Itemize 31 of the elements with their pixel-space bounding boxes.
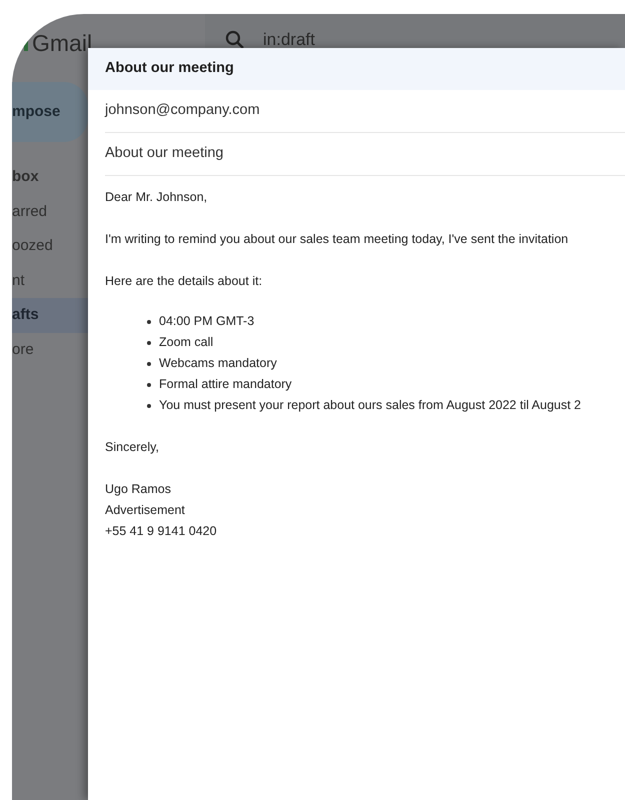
body-text: Ugo Ramos [105, 481, 172, 498]
bullet-icon [147, 340, 151, 344]
sidebar-item[interactable]: ore [12, 332, 88, 367]
sidebar-item[interactable]: box [12, 160, 88, 194]
sidebar-item[interactable]: oozed [12, 229, 88, 264]
bullet-icon [147, 320, 151, 324]
body-text: Sincerely, [105, 439, 160, 456]
compose-button[interactable]: mpose [12, 82, 88, 142]
list-item-text: You must present your report about ours sales from August 2022 til August 2 [159, 397, 582, 414]
sidebar-item[interactable]: nt [12, 264, 88, 298]
bullet-icon [147, 404, 151, 408]
bullet-icon [147, 362, 151, 366]
list-item-text: 04:00 PM GMT-3 [159, 313, 254, 330]
logo-text: Gmail [32, 28, 92, 58]
list-item-text: Formal attire mandatory [159, 376, 292, 393]
recipient-field[interactable]: johnson@company.com [105, 100, 260, 122]
search-text: in:draft [263, 29, 315, 52]
list-item-text: Zoom call [159, 334, 214, 351]
list-item-text: Webcams mandatory [159, 355, 277, 372]
sidebar-item[interactable]: afts [12, 298, 88, 332]
body-text: I'm writing to remind you about our sales team meeting today, I've sent the invitation [105, 231, 570, 248]
dialog-title: About our meeting [105, 59, 234, 78]
search-icon [225, 30, 245, 50]
body-text: +55 41 9 9141 0420 [105, 523, 218, 540]
body-text: Dear Mr. Johnson, [105, 189, 208, 206]
body-text: Here are the details about it: [105, 273, 264, 290]
sidebar-item[interactable]: arred [12, 194, 88, 229]
logo-icon [24, 41, 28, 51]
body-text: Advertisement [105, 502, 186, 519]
bullet-icon [147, 382, 151, 386]
subject-field[interactable]: About our meeting [105, 143, 224, 165]
